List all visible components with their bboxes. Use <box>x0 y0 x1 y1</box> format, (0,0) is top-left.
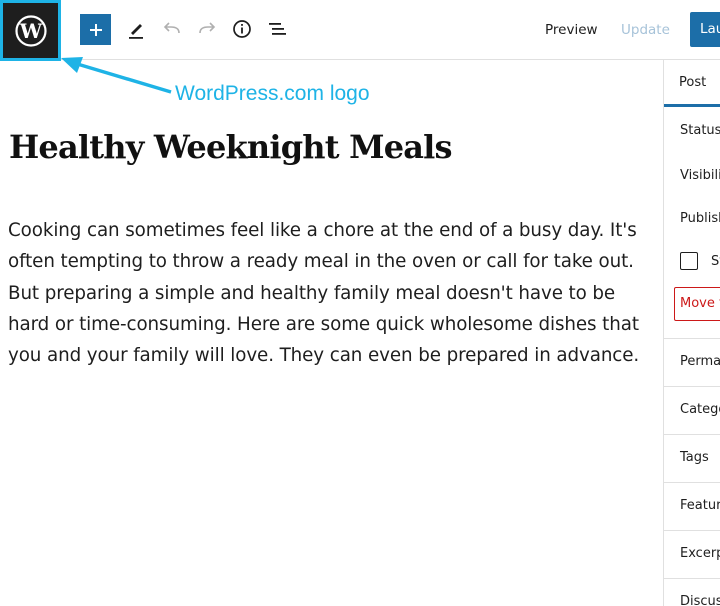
sticky-label: St <box>711 254 720 269</box>
tags-panel[interactable]: Tags <box>664 435 720 482</box>
visibility-label[interactable]: Visibilit <box>680 168 720 183</box>
panel-label: Permal <box>680 354 720 369</box>
paragraph-block[interactable]: Cooking can sometimes feel like a chore … <box>8 215 658 371</box>
panel-label: Discus <box>680 594 720 606</box>
tab-post-label: Post <box>679 75 707 90</box>
panel-label: Catego <box>680 402 720 417</box>
settings-sidebar: Post Status Visibilit Publish St Move to… <box>663 60 720 606</box>
move-to-trash-button[interactable]: Move to <box>674 287 720 321</box>
panel-label: Feature <box>680 498 720 513</box>
categories-panel[interactable]: Catego <box>664 387 720 434</box>
discussion-panel[interactable]: Discus <box>664 579 720 606</box>
sticky-checkbox[interactable] <box>680 252 698 270</box>
panel-label: Tags <box>680 450 709 465</box>
active-tab-indicator <box>664 104 720 107</box>
tab-post[interactable]: Post <box>664 60 720 107</box>
permalink-panel[interactable]: Permal <box>664 339 720 386</box>
status-panel-heading[interactable]: Status <box>680 123 720 138</box>
panel-label: Excerp <box>680 546 720 561</box>
post-title[interactable]: Healthy Weeknight Meals <box>9 124 453 170</box>
featured-image-panel[interactable]: Feature <box>664 483 720 530</box>
publish-label[interactable]: Publish <box>680 211 720 226</box>
excerpt-panel[interactable]: Excerp <box>664 531 720 578</box>
annotation-label: WordPress.com logo <box>175 82 370 105</box>
